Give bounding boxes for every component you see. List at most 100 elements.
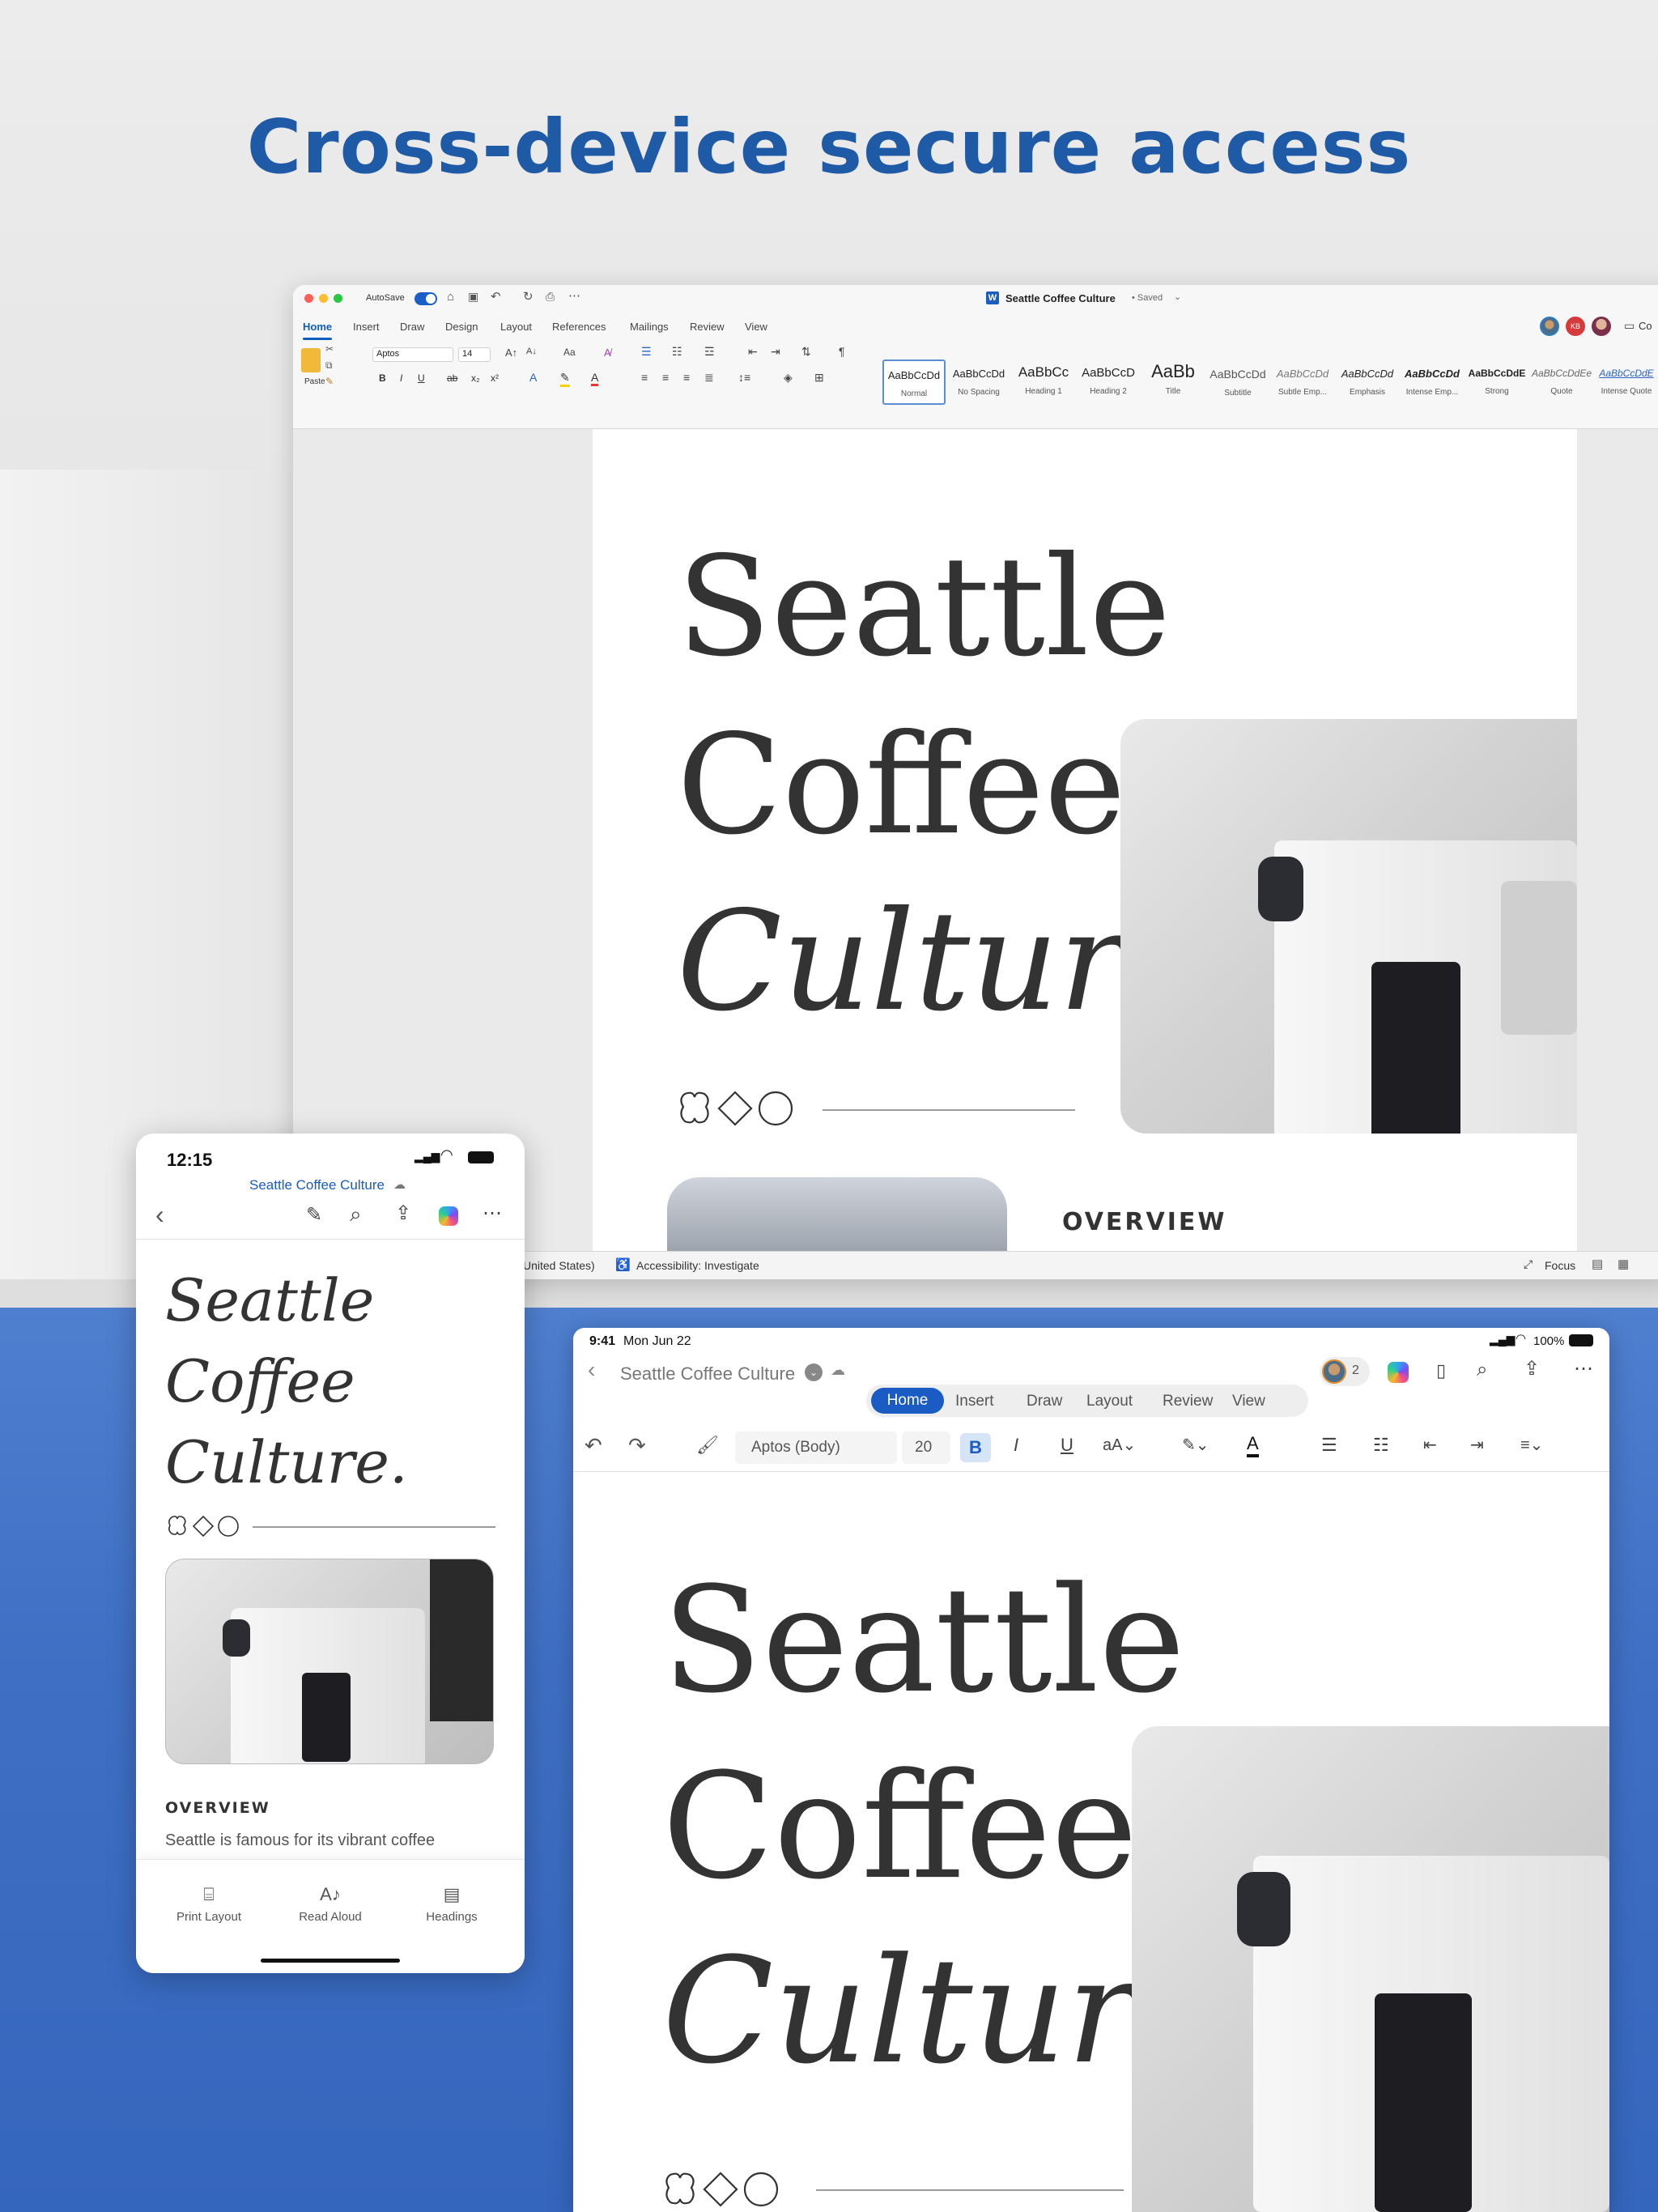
back-icon[interactable]: ‹ bbox=[588, 1357, 595, 1383]
font-size-field[interactable]: 20 bbox=[902, 1431, 950, 1464]
align-left-icon[interactable]: ≡ bbox=[641, 371, 648, 384]
decrease-indent-icon[interactable]: ⇤ bbox=[748, 345, 758, 359]
minimize-window-button[interactable] bbox=[319, 294, 328, 303]
ipad-doc-title[interactable]: Seattle Coffee Culture bbox=[620, 1363, 795, 1385]
style-no-spacing[interactable]: AaBbCcDd No Spacing bbox=[947, 359, 1010, 405]
more-icon[interactable]: ⋯ bbox=[1574, 1357, 1593, 1380]
home-icon[interactable]: ⌂ bbox=[447, 290, 454, 304]
tab-review[interactable]: Review bbox=[1163, 1393, 1213, 1410]
tab-design[interactable]: Design bbox=[445, 321, 478, 333]
tab-home[interactable]: Home bbox=[871, 1388, 944, 1414]
undo-icon[interactable]: ↶ bbox=[585, 1433, 602, 1458]
mobile-view-icon[interactable]: ▯ bbox=[1436, 1360, 1446, 1381]
avatar[interactable] bbox=[1540, 317, 1559, 336]
style-emphasis[interactable]: AaBbCcDd Emphasis bbox=[1336, 359, 1399, 405]
style-intense-emphasis[interactable]: AaBbCcDd Intense Emp... bbox=[1401, 359, 1464, 405]
tab-insert[interactable]: Insert bbox=[353, 321, 380, 333]
focus-button[interactable]: Focus bbox=[1545, 1259, 1575, 1272]
bullets-icon[interactable]: ☰ bbox=[1321, 1435, 1337, 1456]
font-size-adjust-icon[interactable]: aA⌄ bbox=[1103, 1435, 1136, 1455]
align-right-icon[interactable]: ≡ bbox=[683, 371, 690, 384]
tab-view[interactable]: View bbox=[1232, 1393, 1265, 1410]
style-strong[interactable]: AaBbCcDdE Strong bbox=[1465, 359, 1528, 405]
document-canvas[interactable]: Seattle Coffee Culture. OVERVIEW bbox=[293, 429, 1658, 1274]
tab-draw[interactable]: Draw bbox=[400, 321, 424, 333]
share-icon[interactable]: ⇪ bbox=[395, 1202, 411, 1225]
style-subtle-emphasis[interactable]: AaBbCcDd Subtle Emp... bbox=[1271, 359, 1334, 405]
subscript-icon[interactable]: x₂ bbox=[471, 372, 480, 384]
language-status[interactable]: United States) bbox=[523, 1259, 595, 1272]
bullets-icon[interactable]: ☰ bbox=[641, 345, 652, 359]
read-aloud-button[interactable]: A♪ Read Aloud bbox=[282, 1884, 379, 1924]
comments-button[interactable]: Co bbox=[1639, 320, 1652, 332]
pilcrow-icon[interactable]: ¶ bbox=[839, 345, 845, 358]
grow-font-icon[interactable]: A↑ bbox=[505, 347, 517, 359]
doc-title[interactable]: Seattle Coffee Culture bbox=[1005, 292, 1116, 304]
style-heading-2[interactable]: AaBbCcD Heading 2 bbox=[1077, 359, 1140, 405]
justify-icon[interactable]: ≣ bbox=[704, 371, 714, 385]
comment-icon[interactable]: ▭ bbox=[1624, 319, 1635, 333]
tab-draw[interactable]: Draw bbox=[1027, 1393, 1062, 1410]
increase-indent-icon[interactable]: ⇥ bbox=[771, 345, 780, 359]
strikethrough-icon[interactable]: ab bbox=[447, 372, 457, 384]
doc-status-icon[interactable]: ⌄ bbox=[805, 1363, 823, 1381]
collaborators-button[interactable]: 2 bbox=[1320, 1357, 1370, 1386]
close-window-button[interactable] bbox=[304, 294, 313, 303]
change-case-icon[interactable]: Aa bbox=[563, 347, 576, 358]
sort-icon[interactable]: ⇅ bbox=[801, 345, 811, 359]
zoom-window-button[interactable] bbox=[334, 294, 342, 303]
back-icon[interactable]: ‹ bbox=[155, 1200, 164, 1230]
tab-layout[interactable]: Layout bbox=[500, 321, 532, 333]
print-icon[interactable]: ⎙ bbox=[546, 290, 555, 304]
bold-button[interactable]: B bbox=[960, 1433, 991, 1462]
print-layout-button[interactable]: ⌸ Print Layout bbox=[160, 1884, 257, 1924]
italic-icon[interactable]: I bbox=[400, 372, 402, 384]
save-icon[interactable]: ▣ bbox=[468, 290, 478, 304]
italic-button[interactable]: I bbox=[1014, 1435, 1018, 1456]
tab-mailings[interactable]: Mailings bbox=[630, 321, 669, 333]
borders-icon[interactable]: ⊞ bbox=[814, 371, 824, 385]
web-layout-view-icon[interactable]: ▦ bbox=[1618, 1257, 1629, 1271]
tab-references[interactable]: References bbox=[552, 321, 606, 333]
tab-review[interactable]: Review bbox=[690, 321, 725, 333]
avatar[interactable] bbox=[1592, 317, 1611, 336]
tab-view[interactable]: View bbox=[745, 321, 767, 333]
paste-icon[interactable] bbox=[301, 348, 321, 372]
copy-icon[interactable]: ⧉ bbox=[325, 359, 333, 372]
font-size-field[interactable]: 14 bbox=[458, 347, 491, 362]
text-effects-icon[interactable]: A bbox=[529, 371, 537, 384]
copilot-icon[interactable] bbox=[1388, 1362, 1409, 1383]
font-color-icon[interactable]: A bbox=[591, 371, 599, 386]
style-normal[interactable]: AaBbCcDd Normal bbox=[882, 359, 946, 405]
superscript-icon[interactable]: x² bbox=[491, 372, 499, 384]
cloud-icon[interactable]: ☁ bbox=[831, 1362, 845, 1379]
redo-icon[interactable]: ↷ bbox=[628, 1433, 646, 1458]
paragraph-format-icon[interactable]: ≡⌄ bbox=[1520, 1435, 1543, 1455]
style-intense-quote[interactable]: AaBbCcDdE Intense Quote bbox=[1595, 359, 1658, 405]
tab-insert[interactable]: Insert bbox=[955, 1393, 994, 1410]
undo-icon[interactable]: ↶ bbox=[491, 289, 501, 304]
clear-formatting-icon[interactable]: A̸ bbox=[604, 347, 611, 359]
bold-icon[interactable]: B bbox=[379, 372, 386, 384]
tab-layout[interactable]: Layout bbox=[1086, 1393, 1133, 1410]
style-quote[interactable]: AaBbCcDdEe Quote bbox=[1530, 359, 1593, 405]
phone-doc-title[interactable]: Seattle Coffee Culture bbox=[249, 1177, 385, 1193]
style-heading-1[interactable]: AaBbCc Heading 1 bbox=[1012, 359, 1075, 405]
highlight-icon[interactable]: ✎ bbox=[560, 371, 570, 387]
font-name-field[interactable]: Aptos (Body) bbox=[735, 1431, 897, 1464]
autosave-toggle[interactable] bbox=[414, 292, 437, 305]
copilot-icon[interactable] bbox=[439, 1206, 458, 1226]
numbering-icon[interactable]: ☷ bbox=[672, 345, 682, 359]
tab-home[interactable]: Home bbox=[303, 321, 333, 340]
avatar[interactable]: KB bbox=[1566, 317, 1585, 336]
document-page[interactable]: Seattle Coffee Culture. OVERVIEW bbox=[593, 429, 1577, 1274]
format-painter-icon[interactable]: ✎ bbox=[325, 376, 334, 387]
underline-button[interactable]: U bbox=[1061, 1435, 1073, 1456]
more-icon[interactable]: ⋯ bbox=[568, 288, 580, 303]
edit-icon[interactable]: ✎ bbox=[306, 1203, 322, 1227]
multilevel-list-icon[interactable]: ☲ bbox=[704, 345, 715, 359]
accessibility-status[interactable]: Accessibility: Investigate bbox=[636, 1259, 759, 1272]
style-title[interactable]: AaBb Title bbox=[1141, 359, 1205, 405]
search-icon[interactable]: ⌕ bbox=[1477, 1359, 1487, 1381]
shading-icon[interactable]: ◈ bbox=[784, 371, 793, 385]
